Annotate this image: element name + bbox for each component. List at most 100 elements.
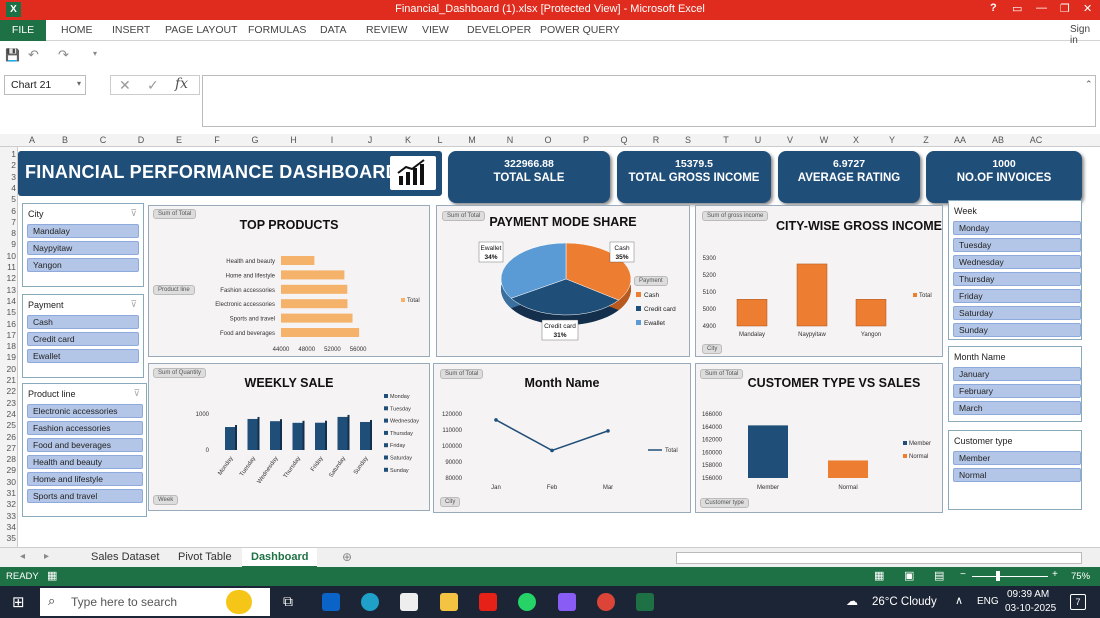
row-header[interactable]: 20 [0,364,16,374]
sheet-tab-dashboard[interactable]: Dashboard [242,548,318,568]
clear-filter-icon[interactable]: ⊽ [130,208,137,219]
column-header[interactable]: U [745,135,771,145]
column-header[interactable]: J [351,135,389,145]
row-header[interactable]: 9 [0,239,16,249]
minimize-icon[interactable]: — [1036,2,1047,14]
slicer-item[interactable]: Wednesday [953,255,1081,269]
tab-formulas[interactable]: FORMULAS [248,24,306,36]
name-box[interactable]: Chart 21 ▾ [4,75,86,95]
column-header[interactable]: Y [873,135,911,145]
slicer-item[interactable]: March [953,401,1081,415]
slicer-item[interactable]: Thursday [953,272,1081,286]
zoom-slider-thumb[interactable] [996,571,1000,581]
new-sheet-icon[interactable]: ⊕ [342,550,352,564]
column-header[interactable]: F [198,135,236,145]
excel-taskbar-icon[interactable] [636,593,654,611]
chart-weekly-sale[interactable]: WEEKLY SALE Sum of Quantity Week 1000 0 Mo… [148,363,430,511]
next-sheet-icon[interactable]: ▸ [44,551,49,562]
row-header[interactable]: 4 [0,183,16,193]
row-header[interactable]: 26 [0,432,16,442]
sign-in-link[interactable]: Sign in [1070,24,1100,46]
row-header[interactable]: 2 [0,160,16,170]
column-header[interactable]: X [839,135,873,145]
row-header[interactable]: 10 [0,251,16,261]
row-header[interactable]: 29 [0,465,16,475]
slicer-item[interactable]: Home and lifestyle [27,472,143,486]
sheet-tab-sales-dataset[interactable]: Sales Dataset [91,551,159,563]
clear-filter-icon[interactable]: ⊽ [130,299,137,310]
notifications-badge[interactable]: 7 [1070,594,1086,610]
file-explorer-icon[interactable] [440,593,458,611]
row-header[interactable]: 17 [0,330,16,340]
copilot-icon[interactable] [558,593,576,611]
column-header[interactable]: O [529,135,567,145]
row-header[interactable]: 13 [0,285,16,295]
chart-top-products[interactable]: TOP PRODUCTS Sum of Total Product line H… [148,205,430,357]
store-icon[interactable] [400,593,418,611]
column-header[interactable]: N [491,135,529,145]
row-header[interactable]: 7 [0,217,16,227]
column-header[interactable]: E [160,135,198,145]
row-header[interactable]: 15 [0,307,16,317]
zoom-out-icon[interactable]: − [960,569,966,580]
tab-page-layout[interactable]: PAGE LAYOUT [165,24,238,36]
tab-developer[interactable]: DEVELOPER [467,24,531,36]
ribbon-display-icon[interactable]: ▭ [1012,2,1022,15]
clock-date[interactable]: 03-10-2025 [1005,603,1056,614]
tab-power-query[interactable]: POWER QUERY [540,24,620,36]
weather-text[interactable]: 26°C Cloudy [872,596,937,608]
column-header[interactable]: M [453,135,491,145]
column-header[interactable]: R [643,135,669,145]
slicer-item[interactable]: Sports and travel [27,489,143,503]
tray-chevron-icon[interactable]: ∧ [955,594,963,607]
name-box-dropdown-icon[interactable]: ▾ [77,79,81,88]
slicer-item[interactable]: Tuesday [953,238,1081,252]
sheet-tab-pivot-table[interactable]: Pivot Table [178,551,232,563]
column-header[interactable]: C [84,135,122,145]
slicer-item[interactable]: Monday [953,221,1081,235]
row-header[interactable]: 1 [0,149,16,159]
column-header[interactable]: L [427,135,453,145]
slicer-item[interactable]: Normal [953,468,1081,482]
windows-start-icon[interactable]: ⊞ [12,593,25,611]
slicer-item[interactable]: Sunday [953,323,1081,337]
insert-function-icon[interactable]: fx [175,76,188,92]
row-header[interactable]: 25 [0,420,16,430]
slicer-item[interactable]: Health and beauty [27,455,143,469]
row-header[interactable]: 8 [0,228,16,238]
column-header[interactable]: V [771,135,809,145]
column-header[interactable]: AB [979,135,1017,145]
column-header[interactable]: I [313,135,351,145]
enter-icon[interactable]: ✓ [147,77,159,94]
row-header[interactable]: 6 [0,206,16,216]
column-header[interactable]: G [236,135,274,145]
clear-filter-icon[interactable]: ⊽ [133,388,140,399]
redo-icon[interactable]: ↷ [58,47,69,63]
chart-city-gross-income[interactable]: CITY-WISE GROSS INCOME Sum of gross inco… [695,205,943,357]
page-layout-view-icon[interactable]: ▣ [904,569,914,582]
formula-input[interactable] [202,75,1096,127]
horizontal-scrollbar[interactable] [676,552,1082,564]
slicer-item[interactable]: Saturday [953,306,1081,320]
slicer-item[interactable]: Food and beverages [27,438,143,452]
edge-icon[interactable] [361,593,379,611]
cancel-icon[interactable]: ✕ [119,77,131,94]
slicer-item[interactable]: Friday [953,289,1081,303]
row-header[interactable]: 14 [0,296,16,306]
collapse-formula-icon[interactable]: ⌃ [1085,79,1093,90]
row-header[interactable]: 21 [0,375,16,385]
task-view-icon[interactable]: ⧉ [283,593,293,610]
column-header[interactable]: B [46,135,84,145]
row-header[interactable]: 19 [0,352,16,362]
clock-time[interactable]: 09:39 AM [1007,589,1049,600]
chrome-icon[interactable] [597,593,615,611]
row-header[interactable]: 3 [0,172,16,182]
language-indicator[interactable]: ENG [977,596,999,607]
column-header[interactable]: H [274,135,313,145]
row-header[interactable]: 12 [0,273,16,283]
tab-home[interactable]: HOME [61,24,93,36]
zoom-in-icon[interactable]: + [1052,569,1058,580]
row-header[interactable]: 23 [0,398,16,408]
slicer-item[interactable]: Fashion accessories [27,421,143,435]
column-header[interactable]: AA [941,135,979,145]
